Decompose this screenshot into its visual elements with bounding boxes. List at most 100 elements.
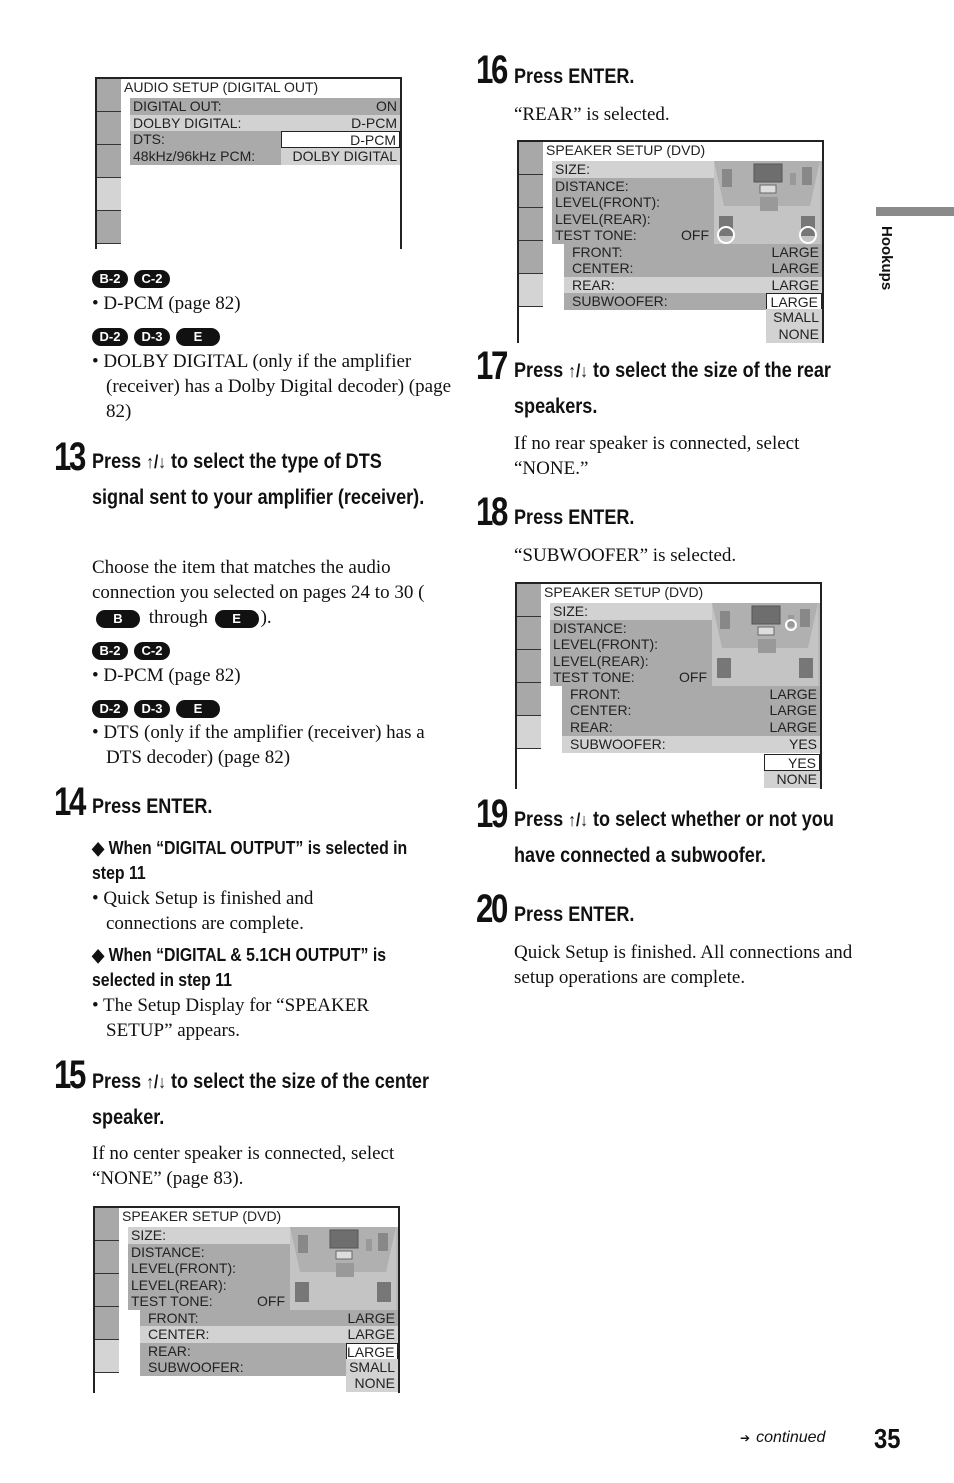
osd-menu-item[interactable]: SIZE:	[128, 1227, 290, 1244]
option-text: • DOLBY DIGITAL (only if the amplifier (…	[92, 351, 451, 422]
connection-badge: E	[176, 328, 220, 347]
step-body: If no rear speaker is connected, select …	[514, 433, 800, 479]
arrow-right-icon: ➔	[740, 1431, 751, 1445]
speaker-layout-diagram	[714, 161, 822, 244]
badge-group: B-2 C-2	[92, 642, 176, 661]
osd-selected-option[interactable]: YES	[764, 754, 820, 771]
step-number: 19	[476, 792, 508, 836]
osd-title: SPEAKER SETUP (DVD)	[122, 1208, 282, 1224]
badge-group: D-2 D-3 E	[92, 328, 226, 347]
osd-sidebar	[519, 142, 543, 307]
osd-option[interactable]: NONE	[764, 771, 820, 788]
step-number: 15	[54, 1053, 86, 1097]
connection-badge: E	[176, 700, 220, 719]
step-body: Choose the item that matches the audio c…	[92, 557, 425, 628]
osd-sub-value: LARGE	[771, 277, 819, 293]
case-text: • The Setup Display for “SPEAKER SETUP” …	[92, 995, 370, 1041]
speaker-layout-diagram	[290, 1227, 398, 1310]
step-body: “SUBWOOFER” is selected.	[514, 545, 737, 566]
osd-option[interactable]: NONE	[766, 326, 822, 343]
osd-speaker-setup-rear: SPEAKER SETUP (DVD) SIZE: DISTANCE: LEVE…	[517, 140, 824, 343]
option-text: • D-PCM (page 82)	[92, 665, 241, 686]
osd-sub-value: LARGE	[771, 260, 819, 276]
step-body: If no center speaker is connected, selec…	[92, 1143, 395, 1189]
connection-badge: D-3	[134, 700, 170, 719]
step-heading: Press ↑/↓ to select the size of the rear…	[514, 359, 831, 418]
speaker-room-icon	[714, 161, 820, 244]
osd-row: 48kHz/96kHz PCM:	[130, 148, 281, 165]
continued-label: ➔ continued	[740, 1429, 826, 1446]
up-down-arrow-icon: ↑/↓	[568, 810, 589, 830]
osd-menu-item[interactable]: TEST TONE: OFF	[552, 227, 714, 244]
case-text: • Quick Setup is finished and connection…	[92, 888, 314, 934]
option-text: • D-PCM (page 82)	[92, 293, 241, 314]
step-body: Quick Setup is finished. All connections…	[514, 942, 853, 988]
osd-sub-value: LARGE	[769, 686, 817, 702]
step-number: 13	[54, 435, 86, 479]
step-heading: Press ENTER.	[514, 506, 635, 529]
connection-badge: B-2	[92, 642, 128, 661]
osd-sub-value: LARGE	[346, 1310, 398, 1327]
badge-group: D-2 D-3 E	[92, 700, 226, 719]
step-body: “REAR” is selected.	[514, 104, 670, 125]
speaker-layout-diagram	[712, 603, 820, 686]
speaker-room-icon	[290, 1227, 396, 1310]
osd-selected-option[interactable]: LARGE	[346, 1343, 398, 1360]
osd-menu-item[interactable]: TEST TONE: OFF	[128, 1293, 290, 1310]
speaker-room-icon	[712, 603, 818, 686]
osd-menu-item[interactable]: SIZE:	[552, 161, 714, 178]
connection-badge: D-2	[92, 700, 128, 719]
step-number: 20	[476, 887, 508, 931]
case-heading: ◆ When “DIGITAL OUTPUT” is selected in s…	[92, 838, 408, 883]
step-number: 16	[476, 48, 508, 92]
step-heading: Press ENTER.	[514, 903, 635, 926]
option-text: • DTS (only if the amplifier (receiver) …	[92, 722, 425, 768]
osd-sub-value: LARGE	[769, 719, 817, 735]
osd-sidebar	[95, 1208, 119, 1373]
osd-option[interactable]: SMALL	[766, 309, 822, 326]
step-heading: Press ENTER.	[514, 65, 635, 88]
up-down-arrow-icon: ↑/↓	[146, 1072, 167, 1092]
osd-menu-item[interactable]: SIZE:	[550, 603, 712, 620]
badge-group: B-2 C-2	[92, 270, 176, 289]
connection-badge: D-2	[92, 328, 128, 347]
step-heading: Press ↑/↓ to select whether or not you h…	[514, 808, 834, 867]
osd-audio-setup: AUDIO SETUP (DIGITAL OUT) DIGITAL OUT: O…	[95, 77, 402, 249]
osd-option[interactable]: SMALL	[346, 1359, 398, 1376]
connection-badge: E	[214, 609, 259, 628]
osd-speaker-setup-subwoofer: SPEAKER SETUP (DVD) SIZE: DISTANCE: LEVE…	[515, 582, 822, 789]
page-number: 35	[874, 1423, 901, 1454]
up-down-arrow-icon: ↑/↓	[568, 361, 589, 381]
connection-badge: D-3	[134, 328, 170, 347]
up-down-arrow-icon: ↑/↓	[146, 452, 167, 472]
osd-sub-value: YES	[788, 736, 817, 752]
osd-selected-option[interactable]: LARGE	[766, 293, 822, 310]
step-heading: Press ENTER.	[92, 795, 213, 818]
connection-badge: B	[96, 609, 140, 628]
osd-option[interactable]: DOLBY DIGITAL	[281, 148, 400, 165]
connection-badge: C-2	[134, 270, 170, 289]
osd-sidebar	[97, 79, 121, 244]
osd-menu-item[interactable]: TEST TONE: OFF	[550, 669, 712, 686]
osd-row: DIGITAL OUT: ON	[130, 98, 400, 115]
osd-option[interactable]: NONE	[346, 1375, 398, 1392]
connection-badge: C-2	[134, 642, 170, 661]
osd-title: SPEAKER SETUP (DVD)	[546, 142, 706, 158]
step-heading: Press ↑/↓ to select the size of the cent…	[92, 1070, 429, 1129]
osd-sub-value: LARGE	[346, 1326, 398, 1343]
section-tab-label: Hookups	[878, 226, 895, 291]
connection-badge: B-2	[92, 270, 128, 289]
case-heading: ◆ When “DIGITAL & 5.1CH OUTPUT” is selec…	[92, 945, 387, 990]
osd-sub-value: LARGE	[769, 702, 817, 718]
osd-title: AUDIO SETUP (DIGITAL OUT)	[124, 79, 319, 95]
osd-title: SPEAKER SETUP (DVD)	[544, 584, 704, 600]
section-tab-bar	[876, 207, 954, 216]
osd-sub-value: LARGE	[771, 244, 819, 260]
osd-speaker-setup-center: SPEAKER SETUP (DVD) SIZE: DISTANCE: LEVE…	[93, 1206, 400, 1393]
step-number: 14	[54, 780, 86, 824]
osd-selected-option[interactable]: D-PCM	[281, 131, 400, 148]
step-number: 18	[476, 490, 508, 534]
osd-row: DOLBY DIGITAL: D-PCM	[130, 115, 400, 132]
step-heading: Press ↑/↓ to select the type of DTS sign…	[92, 450, 425, 509]
osd-sidebar	[517, 584, 541, 749]
